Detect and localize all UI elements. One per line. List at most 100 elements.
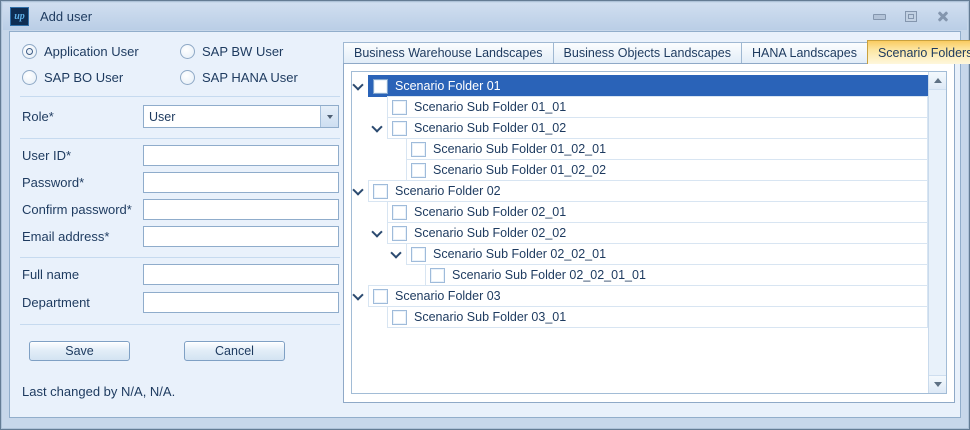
text-input[interactable] <box>143 226 339 247</box>
chevron-down-icon[interactable] <box>371 226 382 237</box>
tree-row[interactable]: Scenario Sub Folder 02_02_01 <box>353 243 928 265</box>
checkbox[interactable] <box>411 247 426 262</box>
tree-item-label: Scenario Sub Folder 02_02 <box>414 226 566 240</box>
vertical-scrollbar[interactable] <box>928 72 946 393</box>
last-changed-note: Last changed by N/A, N/A. <box>22 384 175 399</box>
checkbox[interactable] <box>411 142 426 157</box>
field-label: Password* <box>22 175 143 190</box>
tab-business-warehouse-landscapes[interactable]: Business Warehouse Landscapes <box>343 42 554 63</box>
radio-label: SAP BW User <box>202 44 283 59</box>
tree-item[interactable]: Scenario Sub Folder 01_02 <box>387 117 928 139</box>
role-dropdown[interactable]: User <box>143 105 339 128</box>
tree-item-label: Scenario Sub Folder 01_01 <box>414 100 566 114</box>
text-input[interactable] <box>143 199 339 220</box>
field-label: User ID* <box>22 148 143 163</box>
tree-item-label: Scenario Sub Folder 01_02_02 <box>433 163 606 177</box>
tree-indent <box>353 306 387 328</box>
text-input[interactable] <box>143 292 339 313</box>
tree-item[interactable]: Scenario Sub Folder 02_02_01_01 <box>425 264 928 286</box>
tree-row[interactable]: Scenario Sub Folder 03_01 <box>353 306 928 328</box>
tab-business-objects-landscapes[interactable]: Business Objects Landscapes <box>553 42 742 63</box>
tree-indent <box>353 117 387 139</box>
tree-item[interactable]: Scenario Sub Folder 01_02_02 <box>406 159 928 181</box>
tree-item-label: Scenario Folder 03 <box>395 289 501 303</box>
tree-item[interactable]: Scenario Sub Folder 01_02_01 <box>406 138 928 160</box>
window-title: Add user <box>40 9 92 24</box>
arrow-up-icon <box>934 78 942 83</box>
cancel-button[interactable]: Cancel <box>184 341 285 361</box>
radio-icon <box>22 44 37 59</box>
separator <box>20 96 340 97</box>
radio-option[interactable]: SAP BW User <box>180 44 298 59</box>
checkbox[interactable] <box>392 310 407 325</box>
separator <box>20 138 340 139</box>
chevron-down-icon[interactable] <box>390 247 401 258</box>
tree-row[interactable]: Scenario Folder 02 <box>353 180 928 202</box>
tree-indent <box>353 138 406 160</box>
checkbox[interactable] <box>373 289 388 304</box>
tree-rows: Scenario Folder 01 Scenario Sub Folder 01… <box>353 75 928 328</box>
tree-row[interactable]: Scenario Sub Folder 02_01 <box>353 201 928 223</box>
tree-row[interactable]: Scenario Sub Folder 02_02_01_01 <box>353 264 928 286</box>
role-dropdown-button[interactable] <box>320 106 338 127</box>
form-field-row: User ID* <box>22 145 339 166</box>
tab-scenario-folders[interactable]: Scenario Folders <box>867 40 970 64</box>
arrow-down-icon <box>934 382 942 387</box>
chevron-down-icon[interactable] <box>352 289 363 300</box>
tree-row[interactable]: Scenario Folder 01 <box>353 75 928 97</box>
checkbox[interactable] <box>392 226 407 241</box>
text-input[interactable] <box>143 264 339 285</box>
minimize-icon <box>873 14 886 20</box>
minimize-button[interactable] <box>871 10 887 24</box>
tree-item[interactable]: Scenario Folder 03 <box>368 285 928 307</box>
radio-option[interactable]: SAP HANA User <box>180 70 298 85</box>
tree-item[interactable]: Scenario Sub Folder 02_02_01 <box>406 243 928 265</box>
tab-hana-landscapes[interactable]: HANA Landscapes <box>741 42 868 63</box>
tree-item[interactable]: Scenario Sub Folder 02_01 <box>387 201 928 223</box>
form-field-row: Full name <box>22 264 339 285</box>
checkbox[interactable] <box>392 100 407 115</box>
radio-label: SAP HANA User <box>202 70 298 85</box>
tree-row[interactable]: Scenario Sub Folder 01_02 <box>353 117 928 139</box>
checkbox[interactable] <box>373 79 388 94</box>
tree-row[interactable]: Scenario Sub Folder 01_02_01 <box>353 138 928 160</box>
radio-icon <box>180 44 195 59</box>
scroll-down-button[interactable] <box>929 375 946 393</box>
required-fields: User ID*Password*Confirm password*Email … <box>22 145 339 247</box>
title-bar[interactable]: up Add user <box>3 3 967 30</box>
tree-item[interactable]: Scenario Sub Folder 03_01 <box>387 306 928 328</box>
save-button[interactable]: Save <box>29 341 130 361</box>
separator <box>20 257 340 258</box>
checkbox[interactable] <box>392 121 407 136</box>
tree-row[interactable]: Scenario Sub Folder 01_01 <box>353 96 928 118</box>
radio-option[interactable]: SAP BO User <box>22 70 180 85</box>
tree-item[interactable]: Scenario Folder 01 <box>368 75 928 97</box>
chevron-down-icon[interactable] <box>352 184 363 195</box>
tree-row[interactable]: Scenario Sub Folder 02_02 <box>353 222 928 244</box>
checkbox[interactable] <box>373 184 388 199</box>
close-icon <box>937 11 949 22</box>
tree-row[interactable]: Scenario Sub Folder 01_02_02 <box>353 159 928 181</box>
checkbox[interactable] <box>430 268 445 283</box>
maximize-button[interactable] <box>903 10 919 24</box>
tree-indent <box>353 159 406 181</box>
tree-item-label: Scenario Sub Folder 03_01 <box>414 310 566 324</box>
tree-row[interactable]: Scenario Folder 03 <box>353 285 928 307</box>
radio-option[interactable]: Application User <box>22 44 180 59</box>
checkbox[interactable] <box>411 163 426 178</box>
checkbox[interactable] <box>392 205 407 220</box>
form-field-row: Email address* <box>22 226 339 247</box>
text-input[interactable] <box>143 172 339 193</box>
tree-item[interactable]: Scenario Folder 02 <box>368 180 928 202</box>
field-label: Department <box>22 295 143 310</box>
chevron-down-icon[interactable] <box>371 121 382 132</box>
close-button[interactable] <box>935 10 951 24</box>
form-field-row: Password* <box>22 172 339 193</box>
chevron-down-icon[interactable] <box>352 79 363 90</box>
tree-item[interactable]: Scenario Sub Folder 01_01 <box>387 96 928 118</box>
radio-label: Application User <box>44 44 139 59</box>
text-input[interactable] <box>143 145 339 166</box>
tree-item[interactable]: Scenario Sub Folder 02_02 <box>387 222 928 244</box>
scroll-up-button[interactable] <box>929 72 946 90</box>
tree-indent <box>353 222 387 244</box>
